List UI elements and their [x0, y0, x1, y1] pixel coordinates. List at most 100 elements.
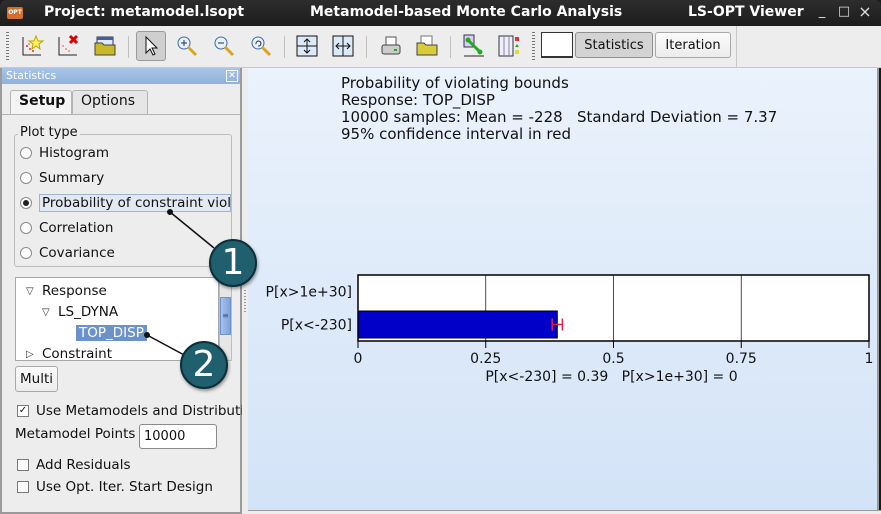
color-swatch-button[interactable] [541, 32, 573, 58]
close-button[interactable]: × [857, 4, 873, 20]
expanded-arrow-icon[interactable]: ▽ [42, 307, 58, 318]
splitter-grip[interactable] [244, 290, 246, 312]
connect-button[interactable] [459, 31, 489, 61]
toolbar-divider [736, 26, 737, 68]
radio-summary[interactable]: Summary [20, 167, 104, 189]
fit-horizontal-icon [332, 35, 354, 57]
collapsed-arrow-icon[interactable]: ▷ [26, 349, 42, 360]
radio-correlation[interactable]: Correlation [20, 217, 113, 239]
export-folder-icon [416, 35, 438, 56]
radio-label: Summary [39, 170, 105, 186]
radio-button[interactable] [20, 172, 32, 184]
toolbar-grip[interactable] [6, 32, 9, 60]
probability-summary-label: P[x<-230] = 0.39 P[x>1e+30] = 0 [485, 369, 737, 385]
zoom-out-icon [214, 36, 235, 57]
radio-label: Histogram [39, 145, 110, 161]
maximize-button[interactable]: □ [836, 4, 852, 20]
probability-bar-chart: P[x>1e+30] P[x<-230] 0 0.25 0.5 0.75 1 P… [266, 274, 873, 385]
callout-1-badge: 1 [209, 239, 257, 287]
panel-title: Statistics [6, 69, 57, 82]
zoom-in-button[interactable] [172, 31, 202, 61]
radio-button[interactable] [20, 147, 32, 159]
x-tick-label: 0 [354, 351, 363, 367]
checkbox-label: Add Residuals [36, 457, 131, 473]
radio-button[interactable] [20, 247, 32, 259]
category-label: P[x<-230] [281, 318, 352, 334]
statistics-button[interactable]: Statistics [575, 32, 653, 58]
delete-plot-icon [58, 34, 79, 56]
app-title: LS-OPT Viewer [688, 4, 804, 20]
fit-vertical-button[interactable] [292, 31, 322, 61]
bar [357, 310, 558, 339]
toolbar-separator [366, 36, 367, 58]
radio-probability[interactable]: Probability of constraint violation [20, 192, 231, 214]
toolbar-grip[interactable] [532, 32, 535, 60]
window-bottom-border [248, 510, 881, 514]
start-design-checkbox-row[interactable]: Use Opt. Iter. Start Design [17, 477, 213, 497]
radio-button-selected[interactable] [20, 197, 32, 209]
new-plot-icon [22, 34, 44, 56]
tab-options[interactable]: Options [72, 90, 148, 114]
radio-covariance[interactable]: Covariance [20, 242, 115, 264]
fit-vertical-icon [296, 35, 318, 57]
title-bar: OPT Project: metamodel.lsopt Metamodel-b… [0, 0, 881, 26]
x-tick-label: 0.25 [470, 351, 501, 367]
toolbar-separator [450, 36, 451, 58]
radio-label: Correlation [39, 220, 114, 236]
panel-header: Statistics ✕ [2, 68, 240, 84]
metamodel-points-label: Metamodel Points [15, 426, 136, 442]
use-metamodels-checkbox-row[interactable]: ✓ Use Metamodels and Distributions [17, 401, 268, 421]
export-button[interactable] [412, 31, 442, 61]
tree-item-ls-dyna[interactable]: ▽ LS_DYNA [42, 302, 118, 322]
plot-area: Probability of violating bounds Response… [248, 68, 879, 510]
checkbox[interactable] [17, 459, 29, 471]
zoom-out-button[interactable] [209, 31, 239, 61]
pointer-tool-button[interactable] [136, 31, 166, 61]
add-residuals-checkbox-row[interactable]: Add Residuals [17, 455, 130, 475]
radio-label: Probability of constraint violation [39, 194, 231, 212]
fit-horizontal-button[interactable] [328, 31, 358, 61]
metamodel-points-input[interactable]: 10000 [139, 424, 217, 449]
checkbox[interactable] [17, 481, 29, 493]
table-legend-button[interactable] [494, 31, 524, 61]
radio-histogram[interactable]: Histogram [20, 142, 109, 164]
radio-label: Covariance [39, 245, 115, 261]
tree-label-selected: TOP_DISP [76, 325, 147, 341]
panel-close-icon[interactable]: ✕ [226, 70, 238, 82]
tree-item-response[interactable]: ▽ Response [26, 281, 107, 301]
table-legend-icon [498, 35, 519, 57]
scrollbar-thumb[interactable]: ≡ [220, 297, 231, 335]
tree-item-constraint[interactable]: ▷ Constraint [26, 344, 112, 361]
zoom-reset-button[interactable] [246, 31, 276, 61]
pointer-icon [145, 35, 159, 56]
project-title: Project: metamodel.lsopt [44, 4, 245, 20]
callout-2-badge: 2 [180, 341, 228, 389]
delete-plot-button[interactable] [53, 31, 83, 61]
new-plot-button[interactable] [17, 31, 47, 61]
print-button[interactable] [376, 31, 406, 61]
toolbar: Statistics Iteration [0, 26, 881, 68]
toolbar-separator [128, 36, 129, 58]
minimize-button[interactable]: _ [814, 4, 830, 20]
connect-icon [463, 34, 484, 57]
toolbar-separator [284, 36, 285, 58]
print-icon [381, 36, 401, 55]
radio-button[interactable] [20, 222, 32, 234]
tab-setup[interactable]: Setup [10, 90, 72, 114]
tree-item-top-disp[interactable]: TOP_DISP [76, 323, 147, 343]
statistics-panel: Statistics ✕ Setup Options Plot type His… [0, 68, 268, 514]
checkbox-label: Use Metamodels and Distributions [36, 403, 268, 419]
zoom-in-icon [177, 36, 198, 57]
checkbox-checked[interactable]: ✓ [17, 405, 29, 417]
tree-label: LS_DYNA [58, 304, 119, 320]
tree-label: Constraint [42, 346, 112, 361]
zoom-reset-icon [251, 36, 272, 57]
iteration-button[interactable]: Iteration [655, 32, 731, 58]
expanded-arrow-icon[interactable]: ▽ [26, 286, 42, 297]
plot-type-title: Plot type [18, 125, 80, 140]
open-button[interactable] [90, 31, 120, 61]
tree-label: Response [42, 283, 107, 299]
tab-divider [2, 114, 240, 115]
app-icon: OPT [7, 7, 23, 19]
multi-button[interactable]: Multi [15, 366, 58, 392]
